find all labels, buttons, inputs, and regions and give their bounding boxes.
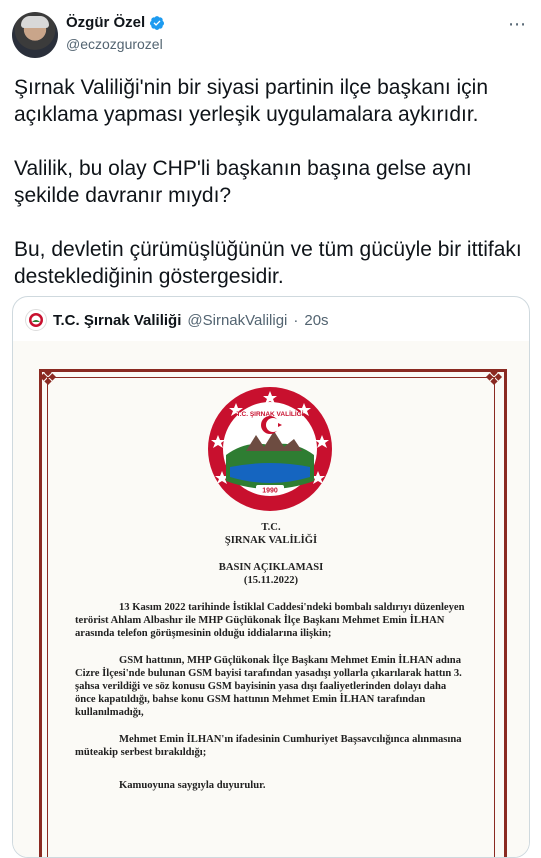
press-release-text: T.C. ŞIRNAK VALİLİĞİ BASIN AÇIKLAMASI (1…	[75, 521, 467, 792]
author-name[interactable]: Özgür Özel	[66, 14, 145, 31]
quoted-separator: ·	[293, 311, 299, 329]
quoted-tweet-header: T.C. Şırnak Valiliği @SirnakValiligi · 2…	[25, 309, 329, 331]
doc-date: (15.11.2022)	[243, 575, 299, 586]
doc-title: BASIN AÇIKLAMASI	[218, 562, 324, 573]
author-name-line: Özgür Özel	[66, 14, 165, 31]
quoted-avatar	[25, 309, 47, 331]
tweet-paragraph: Bu, devletin çürümüşlüğünün ve tüm gücüy…	[14, 238, 522, 288]
seal-year: 1990	[262, 488, 278, 495]
quoted-handle: @SirnakValiligi	[187, 311, 288, 329]
verified-badge-icon	[150, 15, 165, 30]
doc-closing: Kamuoyuna saygıyla duyurulur.	[119, 780, 266, 791]
press-release-image[interactable]: ❖ ❖ T.C. ŞIRNAK VALİLİĞİ 1990 T.C. ŞIRNA…	[13, 341, 529, 857]
quoted-name: T.C. Şırnak Valiliği	[53, 311, 182, 329]
quoted-tweet[interactable]: T.C. Şırnak Valiliği @SirnakValiligi · 2…	[12, 296, 530, 858]
tweet-paragraph: Valilik, bu olay CHP'li başkanın başına …	[14, 157, 472, 207]
author-handle[interactable]: @eczozgurozel	[66, 36, 163, 52]
seal-icon	[29, 313, 43, 327]
seal-text: T.C. ŞIRNAK VALİLİĞİ	[236, 409, 303, 418]
tweet-text: Şırnak Valiliği'nin bir siyasi partinin …	[14, 74, 524, 317]
tweet-paragraph: Şırnak Valiliği'nin bir siyasi partinin …	[14, 76, 488, 126]
doc-paragraph: Mehmet Emin İLHAN'ın ifadesinin Cumhuriy…	[75, 734, 462, 758]
doc-paragraph: 13 Kasım 2022 tarihinde İstiklal Caddesi…	[75, 602, 465, 639]
ellipsis-icon[interactable]: ⋯	[508, 14, 527, 35]
doc-paragraph: GSM hattının, MHP Güçlükonak İlçe Başkan…	[75, 655, 462, 718]
governorship-seal-icon: T.C. ŞIRNAK VALİLİĞİ 1990	[208, 387, 332, 511]
quoted-time: 20s	[304, 311, 329, 329]
author-avatar[interactable]	[12, 12, 58, 58]
frame-corner-ornament-icon: ❖	[484, 365, 504, 390]
doc-header-tc: T.C.	[261, 522, 281, 533]
doc-header-office: ŞIRNAK VALİLİĞİ	[224, 535, 318, 546]
frame-corner-ornament-icon: ❖	[38, 365, 58, 390]
